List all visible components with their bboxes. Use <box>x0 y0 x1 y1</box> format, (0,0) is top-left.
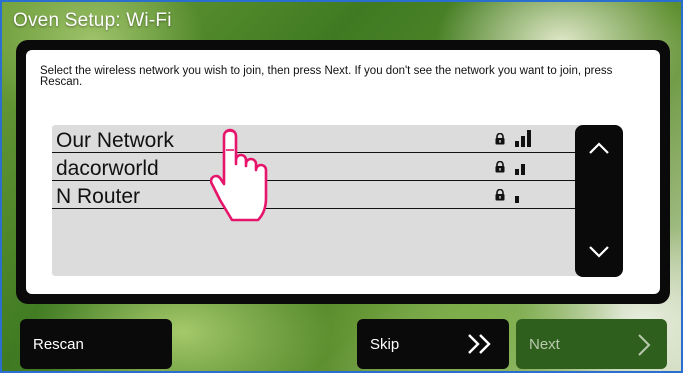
network-list: Our Network dacorworld N Router <box>52 125 584 276</box>
skip-label: Skip <box>370 336 400 353</box>
network-name: Our Network <box>56 129 174 152</box>
network-name: dacorworld <box>56 157 159 180</box>
skip-button[interactable]: Skip <box>357 319 509 369</box>
instructions-text: Select the wireless network you wish to … <box>40 65 613 88</box>
network-list-scroller <box>575 125 623 277</box>
oven-screen: Oven Setup: Wi-Fi Select the wireless ne… <box>0 0 683 373</box>
signal-strength-icon <box>515 185 535 203</box>
lock-icon <box>495 133 505 145</box>
chevron-up-icon <box>589 142 609 154</box>
network-row[interactable]: N Router <box>52 181 584 209</box>
signal-strength-icon <box>515 157 535 175</box>
chevron-right-icon <box>638 334 651 356</box>
next-button[interactable]: Next <box>516 319 667 369</box>
pointing-hand-icon <box>210 128 268 222</box>
wifi-dialog: Select the wireless network you wish to … <box>16 40 670 304</box>
lock-icon <box>495 161 505 173</box>
wifi-dialog-body: Select the wireless network you wish to … <box>26 50 660 294</box>
signal-strength-icon <box>515 129 535 147</box>
network-row[interactable]: Our Network <box>52 125 584 153</box>
chevron-down-icon <box>589 246 609 258</box>
rescan-button[interactable]: Rescan <box>20 319 172 369</box>
scroll-up-button[interactable] <box>575 129 623 169</box>
page-title: Oven Setup: Wi-Fi <box>13 10 172 31</box>
network-row[interactable]: dacorworld <box>52 153 584 181</box>
network-name: N Router <box>56 185 141 208</box>
scroll-down-button[interactable] <box>575 233 623 273</box>
lock-icon <box>495 189 505 201</box>
next-label: Next <box>529 336 560 353</box>
rescan-label: Rescan <box>33 336 84 353</box>
double-chevron-right-icon <box>468 334 491 354</box>
